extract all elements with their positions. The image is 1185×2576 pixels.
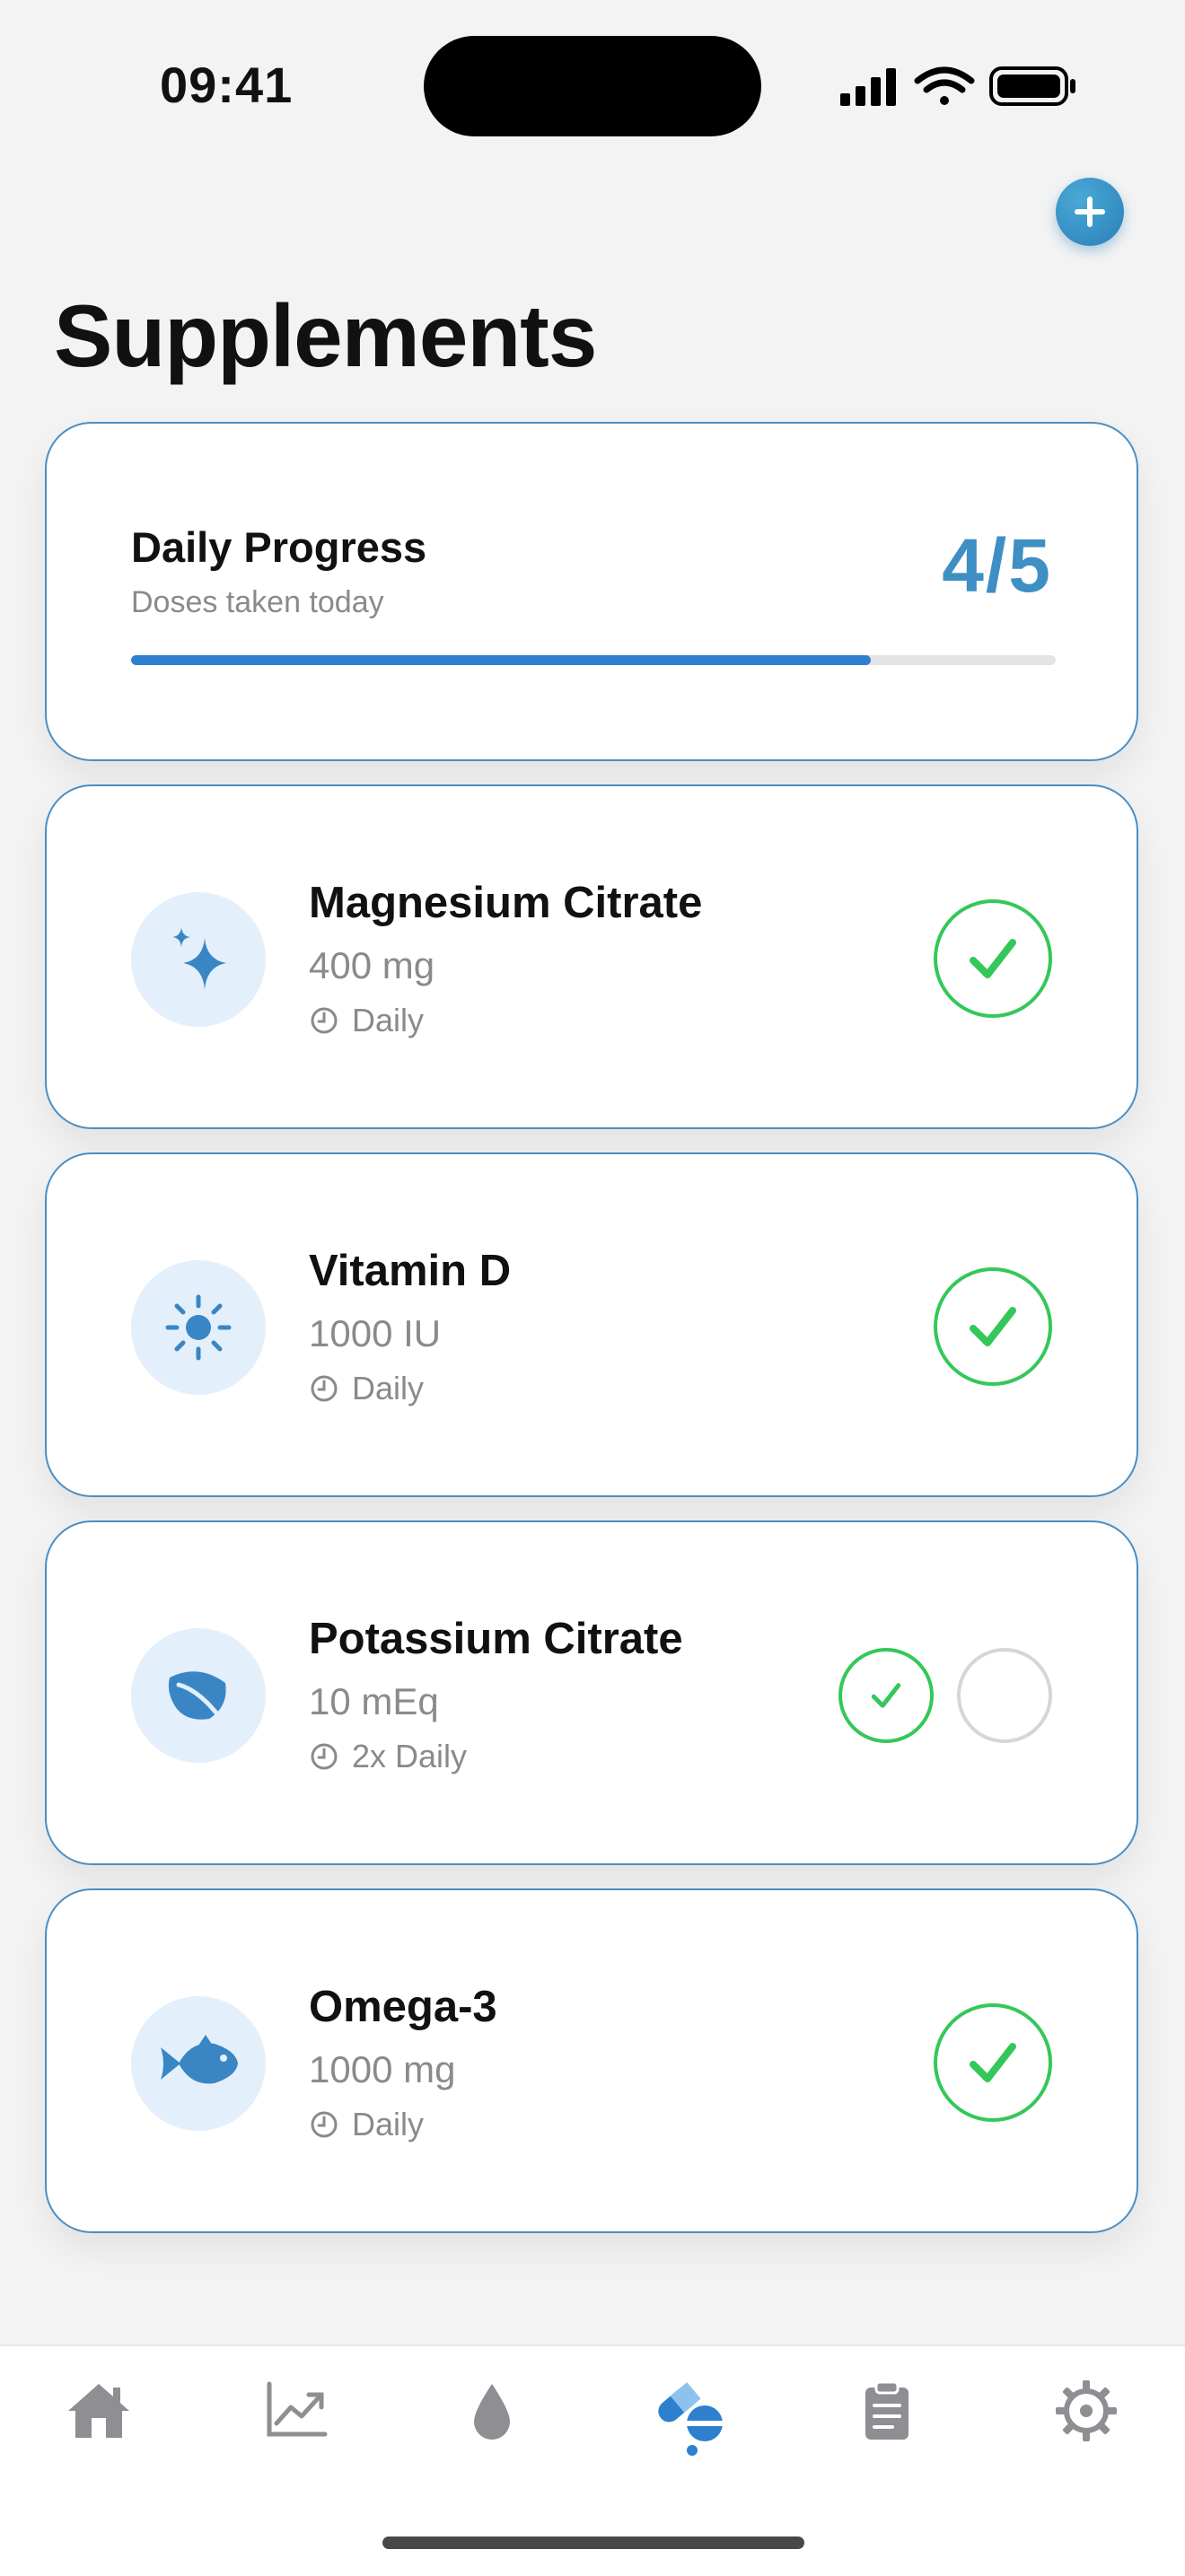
supplement-dose: 1000 IU [309, 1312, 442, 1354]
checkmark-icon [970, 939, 1016, 978]
dose-checkbox[interactable] [934, 2003, 1052, 2122]
pills-icon [658, 2382, 723, 2441]
supplement-schedule: 2x Daily [309, 1738, 467, 1775]
clock-icon [309, 2109, 339, 2140]
page-title: Supplements [54, 286, 597, 385]
supplement-name: Vitamin D [309, 1247, 512, 1295]
clipboard-icon [865, 2380, 908, 2440]
dynamic-island [424, 36, 761, 136]
supplement-name: Magnesium Citrate [309, 879, 703, 927]
leaf-icon [168, 1671, 226, 1720]
supplement-icon-badge [131, 1260, 266, 1395]
drop-icon [474, 2384, 510, 2440]
status-icons [840, 66, 1075, 106]
schedule-label: 2x Daily [352, 1738, 468, 1774]
checkmark-icon [970, 1307, 1016, 1346]
supplement-schedule: Daily [309, 1370, 424, 1407]
status-time: 09:41 [160, 57, 294, 113]
schedule-label: Daily [352, 1370, 425, 1406]
supplement-dose: 10 mEq [309, 1680, 439, 1722]
active-tab-indicator [687, 2445, 698, 2456]
status-bar: 09:41 [0, 0, 1185, 171]
clock-icon [309, 1741, 339, 1772]
supplement-name: Omega-3 [309, 1983, 497, 2031]
checkmark-icon [970, 2043, 1016, 2082]
dose-1-checkbox[interactable] [838, 1648, 934, 1743]
supplement-schedule: Daily [309, 2106, 424, 2143]
clock-icon [309, 1373, 339, 1404]
sun-icon [165, 1294, 232, 1361]
supplement-dose: 400 mg [309, 944, 435, 986]
tab-settings[interactable] [1041, 2379, 1131, 2477]
add-supplement-button[interactable] [1056, 178, 1124, 246]
home-indicator [382, 2537, 804, 2549]
progress-count: 4/5 [942, 523, 1052, 608]
wifi-icon [914, 66, 975, 105]
dose-checkbox[interactable] [934, 899, 1052, 1018]
tab-log[interactable] [842, 2379, 932, 2477]
supplement-card[interactable]: Vitamin D 1000 IU Daily [45, 1152, 1138, 1497]
progress-subtitle: Doses taken today [131, 585, 384, 619]
clock-icon [309, 1005, 339, 1036]
supplement-card[interactable]: Magnesium Citrate 400 mg Daily [45, 784, 1138, 1129]
tab-home[interactable] [54, 2379, 144, 2477]
supplement-schedule: Daily [309, 1002, 424, 1039]
progress-bar [131, 655, 1056, 665]
progress-title: Daily Progress [131, 523, 427, 571]
home-icon [68, 2384, 129, 2438]
sparkles-icon [172, 927, 226, 990]
checkmark-icon [871, 1683, 901, 1708]
plus-icon [1075, 197, 1105, 227]
battery-icon [989, 66, 1075, 106]
supplement-card[interactable]: Potassium Citrate 10 mEq 2x Daily [45, 1520, 1138, 1865]
supplement-dose: 1000 mg [309, 2048, 456, 2090]
signal-icon [840, 68, 896, 106]
dose-2-checkbox[interactable] [957, 1648, 1052, 1743]
progress-bar-fill [131, 655, 871, 665]
supplement-icon-badge [131, 892, 266, 1027]
chart-icon [267, 2381, 328, 2437]
gear-icon [1056, 2380, 1117, 2441]
tab-trends[interactable] [251, 2379, 341, 2477]
schedule-label: Daily [352, 2106, 425, 2142]
fish-icon [161, 2035, 238, 2084]
supplement-card[interactable]: Omega-3 1000 mg Daily [45, 1888, 1138, 2233]
supplement-icon-badge [131, 1628, 266, 1763]
tab-supplements[interactable] [645, 2379, 734, 2477]
dose-checkbox[interactable] [934, 1267, 1052, 1386]
supplement-icon-badge [131, 1996, 266, 2131]
tab-hydration[interactable] [447, 2379, 537, 2477]
supplement-name: Potassium Citrate [309, 1615, 683, 1663]
schedule-label: Daily [352, 1002, 425, 1038]
daily-progress-card: Daily Progress Doses taken today 4/5 [45, 422, 1138, 761]
